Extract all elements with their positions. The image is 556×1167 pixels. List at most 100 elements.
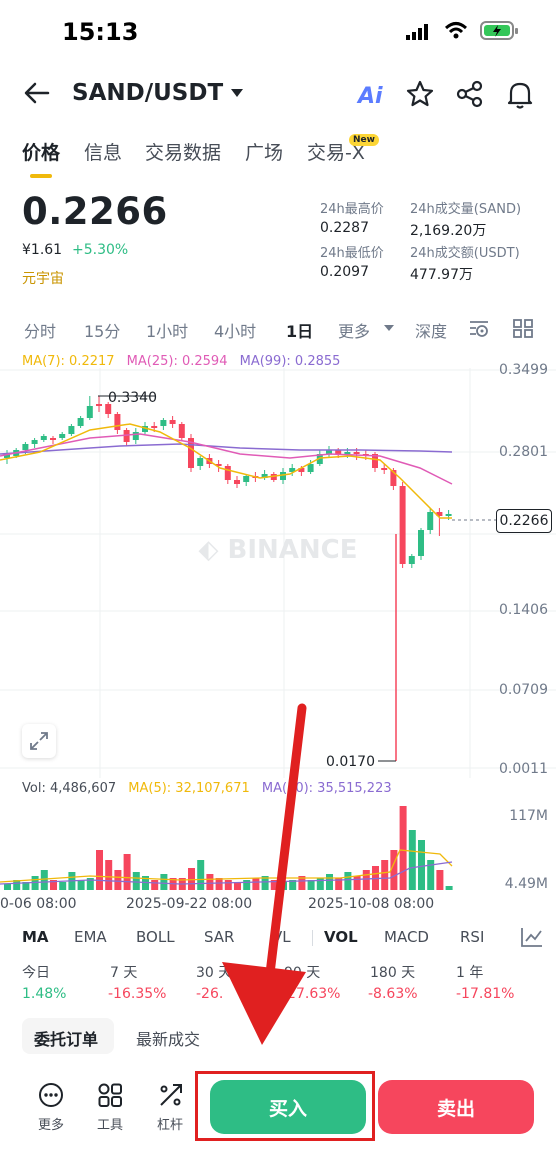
candle-body bbox=[114, 414, 121, 430]
candle-body bbox=[408, 556, 415, 564]
interval-line[interactable]: 分时 bbox=[24, 318, 56, 342]
volume-bar bbox=[151, 880, 159, 890]
interval-depth[interactable]: 深度 bbox=[415, 318, 447, 342]
main-tabs: 价格 信息 交易数据 广场 交易-X bbox=[0, 138, 556, 178]
chart-settings-icon[interactable] bbox=[468, 318, 490, 338]
watermark: ⬖ BINANCE bbox=[198, 535, 357, 565]
ma7-label: MA(7): 0.2217 bbox=[22, 354, 115, 369]
sell-button[interactable]: 卖出 bbox=[378, 1080, 534, 1134]
share-icon[interactable] bbox=[456, 80, 484, 108]
candle-body bbox=[307, 464, 314, 472]
indicator-macd[interactable]: MACD bbox=[384, 928, 429, 946]
tool-leverage-label[interactable]: 杠杆 bbox=[154, 1114, 186, 1133]
tab-open-orders[interactable]: 委托订单 bbox=[34, 1026, 98, 1050]
vol-base-label: 24h成交量(SAND) bbox=[410, 202, 522, 217]
vol-axis-top: 117M bbox=[509, 808, 548, 824]
perf-value-180d: -8.63% bbox=[368, 986, 418, 1002]
candle-body bbox=[40, 436, 47, 440]
perf-value-1y: -17.81% bbox=[456, 986, 515, 1002]
annotation-arrow bbox=[222, 703, 307, 1045]
back-arrow-icon[interactable] bbox=[24, 82, 50, 104]
candle-body bbox=[381, 468, 388, 470]
price-axis-1: 0.3499 bbox=[499, 362, 548, 378]
volume-bar bbox=[105, 860, 113, 890]
low-value: 0.2097 bbox=[320, 264, 369, 280]
candle-body bbox=[68, 426, 75, 434]
bell-icon[interactable] bbox=[506, 80, 534, 110]
layout-grid-icon[interactable] bbox=[512, 318, 534, 338]
leverage-icon[interactable] bbox=[158, 1082, 184, 1108]
candle-body bbox=[123, 430, 130, 442]
caret-down-icon[interactable] bbox=[230, 88, 244, 98]
volume-bar bbox=[418, 840, 425, 890]
candle-body bbox=[178, 424, 185, 438]
tab-trading-data[interactable]: 交易数据 bbox=[145, 138, 221, 165]
indicator-settings-icon[interactable] bbox=[520, 926, 544, 948]
perf-label-180d: 180 天 bbox=[370, 965, 416, 981]
more-icon[interactable] bbox=[38, 1082, 64, 1108]
price-change: +5.30% bbox=[72, 242, 129, 258]
ma25-label: MA(25): 0.2594 bbox=[126, 354, 228, 369]
candle-body bbox=[50, 438, 56, 440]
indicator-ema[interactable]: EMA bbox=[74, 928, 107, 946]
interval-4h[interactable]: 4小时 bbox=[214, 318, 256, 342]
volume-bar bbox=[399, 806, 407, 890]
candle-body bbox=[399, 486, 406, 564]
tab-recent-trades[interactable]: 最新成交 bbox=[136, 1026, 200, 1050]
candle-body bbox=[243, 476, 250, 482]
indicator-vol[interactable]: VOL bbox=[324, 928, 358, 946]
candle-body bbox=[96, 404, 102, 406]
candle-body bbox=[86, 406, 93, 418]
fullscreen-button[interactable] bbox=[22, 724, 56, 758]
candle-body bbox=[224, 466, 231, 480]
current-price-tag: 0.2266 bbox=[496, 509, 552, 533]
candle-body bbox=[445, 514, 452, 516]
price-axis-4: 0.0709 bbox=[499, 682, 548, 698]
new-badge: New bbox=[349, 134, 379, 146]
indicator-ma[interactable]: MA bbox=[22, 928, 49, 946]
ma-legend: MA(7): 0.2217 MA(25): 0.2594 MA(99): 0.2… bbox=[22, 354, 340, 369]
volume-bar bbox=[123, 854, 131, 890]
more-caret-icon bbox=[384, 325, 394, 331]
vol-quote-value: 477.97万 bbox=[410, 267, 473, 283]
perf-label-today: 今日 bbox=[22, 965, 50, 981]
indicator-boll[interactable]: BOLL bbox=[136, 928, 175, 946]
volume-bar bbox=[353, 876, 361, 890]
battery-icon bbox=[480, 21, 518, 40]
ai-button[interactable]: Ai bbox=[358, 84, 383, 109]
perf-value-7d: -16.35% bbox=[108, 986, 167, 1002]
candle-body bbox=[280, 472, 286, 480]
star-icon[interactable] bbox=[406, 80, 434, 108]
volume-bar bbox=[40, 870, 48, 890]
volume-bar bbox=[96, 850, 103, 890]
vol-axis-bottom: 4.49M bbox=[504, 876, 548, 892]
indicator-rsi[interactable]: RSI bbox=[460, 928, 484, 946]
tab-price[interactable]: 价格 bbox=[22, 138, 60, 165]
interval-1d[interactable]: 1日 bbox=[286, 318, 313, 342]
tab-square[interactable]: 广场 bbox=[245, 138, 283, 165]
interval-more[interactable]: 更多 bbox=[338, 318, 370, 342]
tool-more-label[interactable]: 更多 bbox=[36, 1114, 66, 1133]
interval-1h[interactable]: 1小时 bbox=[146, 318, 188, 342]
price-axis-2: 0.2801 bbox=[499, 444, 548, 460]
price-axis-5: 0.0011 bbox=[499, 761, 548, 777]
high-label: 24h最高价 bbox=[320, 202, 384, 217]
volume-bar bbox=[77, 880, 85, 890]
tools-icon[interactable] bbox=[97, 1082, 123, 1108]
status-bar: 15:13 bbox=[0, 0, 556, 62]
candle-body bbox=[197, 458, 204, 466]
low-label: 24h最低价 bbox=[320, 246, 384, 261]
date-3: 2025-10-08 08:00 bbox=[308, 896, 435, 912]
buy-button[interactable]: 买入 bbox=[210, 1080, 366, 1134]
ma99-label: MA(99): 0.2855 bbox=[239, 354, 341, 369]
candle-body bbox=[160, 420, 167, 426]
pair-title[interactable]: SAND/USDT bbox=[72, 80, 223, 106]
volume-bar bbox=[160, 874, 168, 890]
low-marker-label: 0.0170 bbox=[326, 754, 375, 770]
perf-value-today: 1.48% bbox=[22, 986, 67, 1002]
interval-15m[interactable]: 15分 bbox=[84, 318, 120, 342]
tab-info[interactable]: 信息 bbox=[84, 138, 122, 165]
tool-tools-label[interactable]: 工具 bbox=[94, 1114, 126, 1133]
candle-body bbox=[344, 452, 351, 454]
category-tag[interactable]: 元宇宙 bbox=[22, 268, 64, 288]
